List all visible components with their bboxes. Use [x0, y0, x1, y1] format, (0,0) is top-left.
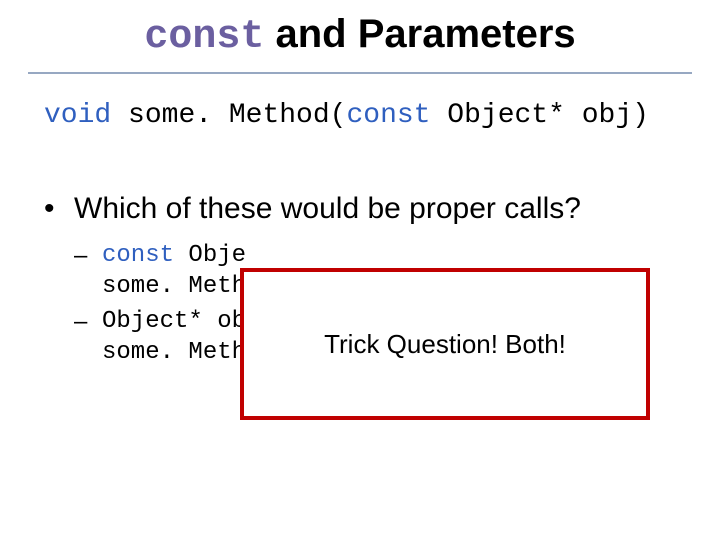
sig-fn: some. Method( [128, 100, 346, 131]
slide-title: const and Parameters [0, 12, 720, 60]
title-rest: and Parameters [264, 12, 575, 56]
function-signature: void some. Method(const Object* obj) [44, 100, 649, 131]
title-divider [28, 72, 692, 74]
title-keyword: const [144, 15, 264, 60]
slide: const and Parameters void some. Method(c… [0, 0, 720, 540]
option-1-rest: Obje [174, 242, 246, 269]
keyword-const: const [346, 100, 430, 131]
option-1-keyword: const [102, 242, 174, 269]
keyword-void: void [44, 100, 111, 131]
question-text: Which of these would be proper calls? [74, 192, 581, 225]
sig-rest: Object* obj) [447, 100, 649, 131]
answer-callout: Trick Question! Both! [240, 268, 650, 420]
option-2-line1: Object* ob [102, 308, 246, 335]
callout-text: Trick Question! Both! [324, 329, 566, 360]
